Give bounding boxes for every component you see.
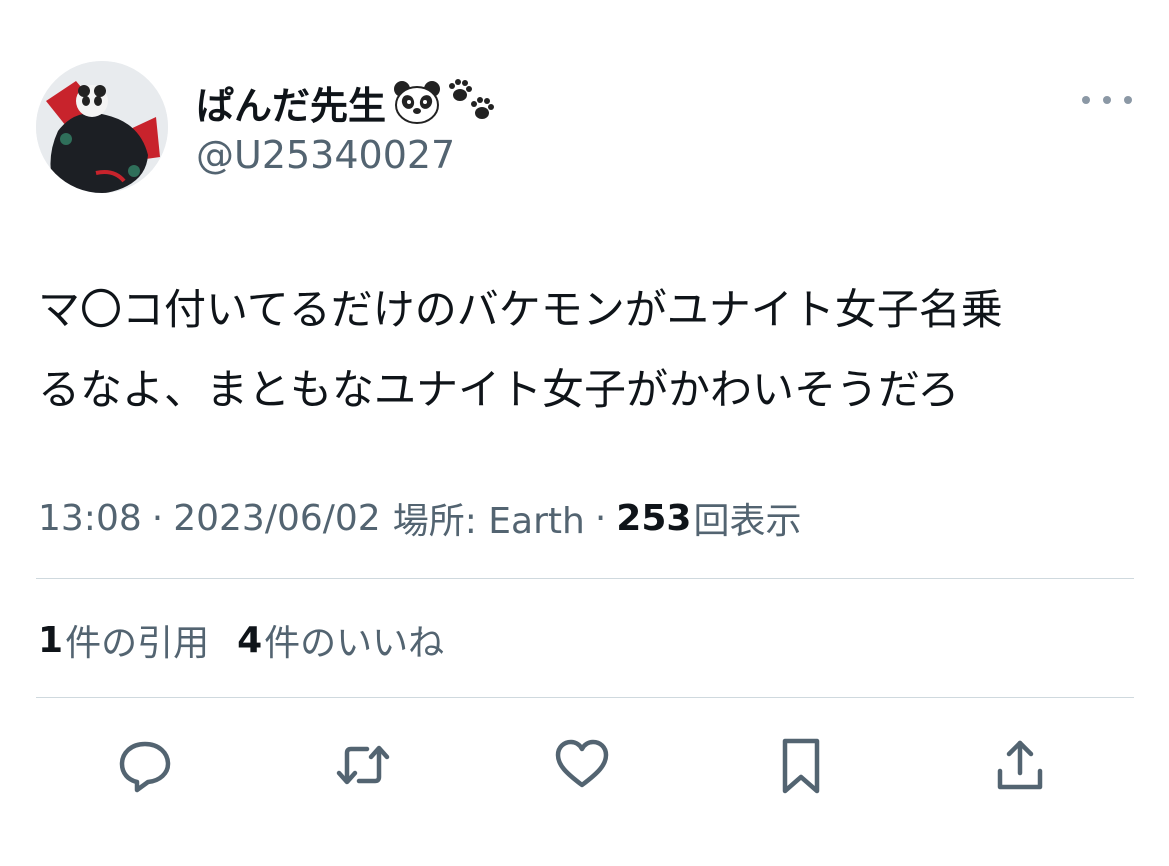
quotes-stat[interactable]: 1 件の引用 [38,614,209,666]
share-button[interactable] [985,730,1055,800]
tweet-location: 場所: Earth [392,501,585,542]
likes-count: 4 [237,619,263,661]
likes-stat[interactable]: 4 件のいいね [237,614,444,666]
share-icon [997,740,1043,790]
more-dot [1103,96,1111,104]
bookmark-button[interactable] [766,730,836,800]
author-name-row[interactable]: ぱんだ先生 [196,74,498,130]
retweet-icon [336,745,390,785]
tweet-text: マ〇コ付いてるだけのバケモンがユナイト女子名乗 るなよ、まともなユナイト女子がか… [38,270,1138,430]
quotes-count: 1 [38,619,64,661]
action-bar [0,730,1169,800]
tweet-text-line: るなよ、まともなユナイト女子がかわいそうだろ [38,365,960,414]
bookmark-icon [782,738,820,794]
views-count: 253 [616,497,692,539]
more-options-icon[interactable] [1082,82,1132,118]
tweet-time[interactable]: 13:08 [38,498,142,539]
views-label: 回表示 [693,501,802,542]
more-dot [1124,96,1132,104]
tweet-stats: 1 件の引用 4 件のいいね [38,612,444,668]
meta-separator: · [594,497,607,539]
quotes-label: 件の引用 [65,623,210,664]
panda-face-icon [392,79,442,125]
tweet-text-line: マ〇コ付いてるだけのバケモンがユナイト女子名乗 [38,285,1003,334]
tweet-meta: 13:08 · 2023/06/02 場所: Earth · 253 回表示 [38,490,801,546]
more-dot [1082,96,1090,104]
paw-prints-icon [448,79,498,125]
divider [36,697,1134,698]
divider [36,578,1134,579]
likes-label: 件のいいね [264,623,445,664]
reply-icon [119,741,171,793]
reply-button[interactable] [110,730,180,800]
display-name[interactable]: ぱんだ先生 [196,75,386,130]
retweet-button[interactable] [328,730,398,800]
tweet-date[interactable]: 2023/06/02 [173,498,381,539]
meta-separator: · [151,497,164,539]
like-button[interactable] [547,730,617,800]
avatar-image [36,61,168,193]
avatar[interactable] [36,61,168,193]
author-handle[interactable]: @U25340027 [196,133,455,177]
like-icon [555,739,609,788]
